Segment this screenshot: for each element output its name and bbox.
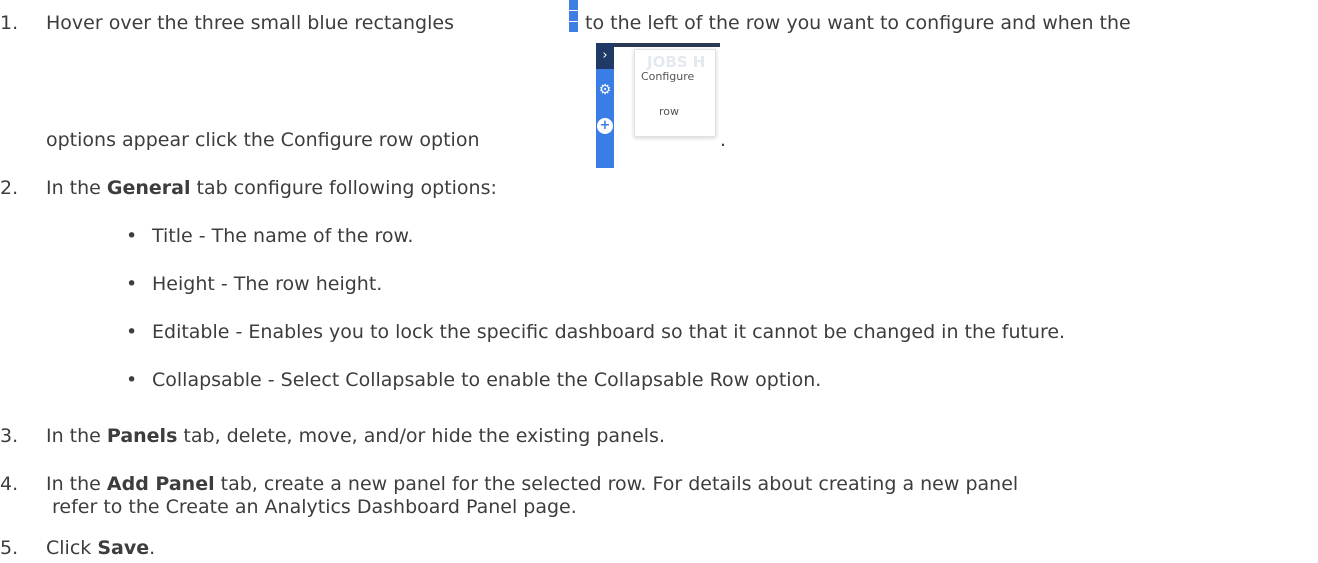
menu-item-configure: Configure: [641, 70, 695, 83]
step-number: 5.: [0, 537, 19, 559]
step-text: Hover over the three small blue rectangl…: [46, 12, 454, 34]
step-1-line-2-end: .: [720, 129, 727, 151]
step-number: 1.: [0, 12, 19, 34]
menu-item-row: row: [659, 105, 680, 118]
step-text: Click Save.: [46, 537, 156, 559]
tab-name-add-panel: Add Panel: [106, 473, 215, 495]
row-side-rail: › ⚙ +: [596, 43, 614, 168]
step-number: 3.: [0, 425, 19, 447]
step-text: In the Add Panel tab, create a new panel…: [46, 473, 1019, 495]
step-text: In the General tab configure following o…: [46, 177, 497, 199]
save-label: Save: [97, 537, 150, 559]
step-1-line-2: options appear click the Configure row o…: [46, 129, 480, 151]
step-number: 4.: [0, 473, 19, 495]
step-1-continued: to the left of the row you want to confi…: [585, 12, 1131, 34]
gear-icon: ⚙: [598, 82, 612, 98]
configure-row-menu: JOBS H Configure row: [634, 49, 716, 137]
popup-header-bar: [614, 43, 720, 47]
tab-name-panels: Panels: [106, 425, 178, 447]
step-number: 2.: [0, 177, 19, 199]
background-heading: JOBS H: [647, 53, 706, 71]
step-4-line-2: refer to the Create an Analytics Dashboa…: [52, 496, 577, 518]
configure-row-popup-image: › ⚙ + JOBS H Configure row: [596, 43, 720, 168]
tab-name-general: General: [106, 177, 191, 199]
chevron-right-icon: ›: [596, 43, 614, 69]
plus-circle-icon: +: [597, 118, 613, 134]
three-blue-rectangles-icon: [569, 0, 578, 32]
step-text: In the Panels tab, delete, move, and/or …: [46, 425, 665, 447]
